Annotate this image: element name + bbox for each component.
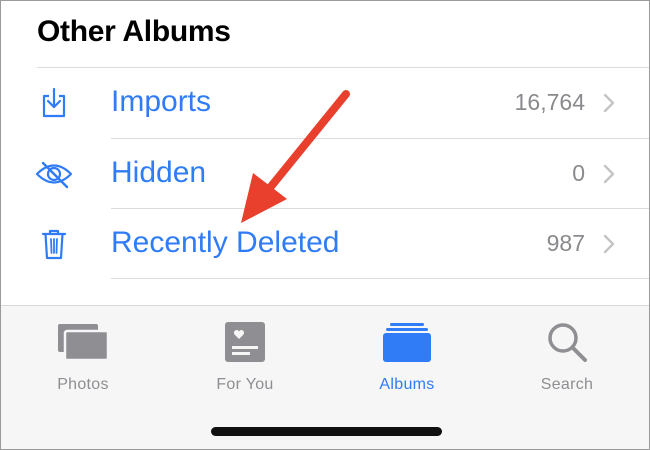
section-title: Other Albums [37,15,231,48]
eye-slash-icon [34,139,74,209]
album-label: Hidden [111,156,207,189]
album-label: Imports [111,85,212,118]
for-you-icon [170,318,320,366]
album-row-imports[interactable]: Imports 16,764 [1,68,649,138]
tab-label: Search [540,376,594,393]
chevron-right-icon [603,164,615,189]
album-row-recently-deleted[interactable]: Recently Deleted 987 [1,209,649,279]
album-row-hidden[interactable]: Hidden 0 [1,139,649,209]
home-indicator[interactable] [211,427,442,436]
chevron-right-icon [603,93,615,118]
tab-albums[interactable]: Albums [332,318,482,398]
chevron-right-icon [603,234,615,259]
tab-search[interactable]: Search [492,318,642,398]
trash-icon [34,209,74,279]
album-label: Recently Deleted [111,226,340,259]
tab-label: For You [216,376,274,393]
import-icon [34,68,74,138]
tab-label: Albums [379,376,435,393]
divider [111,278,649,279]
album-count: 16,764 [514,89,585,115]
albums-icon [332,318,482,366]
tab-photos[interactable]: Photos [8,318,158,398]
album-count: 0 [572,160,585,186]
tab-for-you[interactable]: For You [170,318,320,398]
search-icon [492,318,642,366]
tab-label: Photos [57,376,109,393]
screenshot-frame: Other Albums Imports 16,764 Hidden 0 Rec… [0,0,650,450]
album-count: 987 [546,230,585,256]
photos-icon [8,318,158,366]
